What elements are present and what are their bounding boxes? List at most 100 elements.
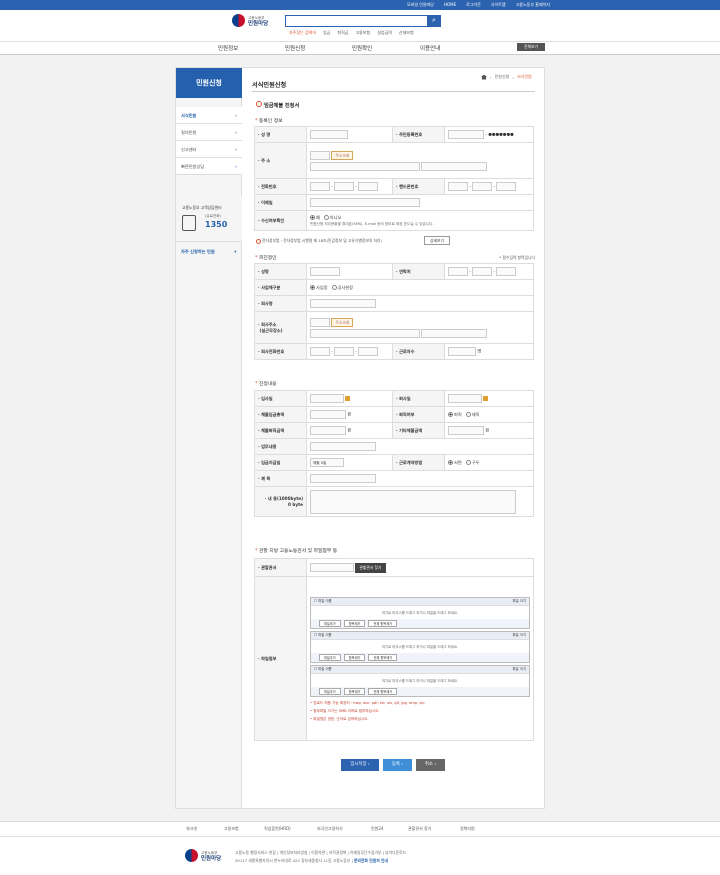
home-icon[interactable] bbox=[481, 74, 487, 80]
payday-field[interactable]: 매월 0일 bbox=[310, 458, 344, 467]
working-radio[interactable] bbox=[465, 412, 471, 417]
cancel-button[interactable]: 취소 › bbox=[416, 759, 445, 771]
company-phone-2[interactable] bbox=[334, 347, 355, 356]
site-logo[interactable]: 고용노동부 민원마당 bbox=[232, 14, 268, 27]
nav-guide[interactable]: 이용안내 bbox=[420, 44, 440, 52]
keyword-item[interactable]: 임금 bbox=[323, 30, 330, 36]
top-link-ministry[interactable]: 고용노동부 홈페이지 bbox=[516, 2, 550, 8]
remove-file-button[interactable]: 항목제거 bbox=[343, 619, 366, 627]
add-file-button[interactable]: 파일추가 bbox=[319, 619, 341, 627]
mobile-field-1[interactable] bbox=[448, 182, 468, 191]
leave-date-field[interactable] bbox=[448, 394, 482, 403]
top-link-mobile[interactable]: 모바일 민원마당 bbox=[407, 2, 434, 8]
footer-link[interactable]: 고용보험 bbox=[224, 826, 239, 832]
company-zip-field[interactable] bbox=[310, 317, 330, 327]
lnb-item-report[interactable]: 신고센터 › bbox=[176, 141, 242, 158]
calendar-icon[interactable] bbox=[483, 396, 488, 401]
footer-link[interactable]: 관할관서 찾기 bbox=[408, 826, 431, 832]
detail-button[interactable]: 상세보기 bbox=[424, 236, 450, 245]
breadcrumb-item[interactable]: 민원신청 bbox=[495, 74, 510, 80]
frequent-apply[interactable]: 자주 신청하는 민원 + bbox=[176, 244, 242, 260]
nav-check[interactable]: 민원확인 bbox=[352, 44, 372, 52]
phone-field-2[interactable] bbox=[334, 182, 355, 191]
temp-save-button[interactable]: 임시저장 › bbox=[341, 759, 379, 771]
lnb-item-quick[interactable]: 빠른민원상담 › bbox=[176, 158, 242, 175]
resp-name-field[interactable] bbox=[310, 267, 340, 276]
construction-radio[interactable] bbox=[331, 285, 337, 290]
footer-link[interactable]: 외국인고용허가 bbox=[317, 826, 343, 832]
all-menu-button[interactable]: 전체보기 bbox=[517, 43, 545, 51]
sms-no-radio[interactable] bbox=[323, 215, 329, 220]
join-date-field[interactable] bbox=[310, 394, 344, 403]
resp-contact-2[interactable] bbox=[472, 267, 493, 276]
file-drop-area[interactable]: 여기로 마우스를 드래그 하거나 파일을 드래그 하세요. bbox=[311, 604, 529, 619]
page-title: 서식민원신청 bbox=[252, 82, 287, 89]
company-phone-3[interactable] bbox=[358, 347, 379, 356]
retired-radio[interactable] bbox=[448, 412, 453, 417]
company-address-detail[interactable] bbox=[421, 328, 488, 338]
unpaid-total-field[interactable] bbox=[310, 410, 346, 419]
lnb-item-form[interactable]: 서식민원 › bbox=[176, 107, 242, 124]
file-drop-area[interactable]: 여기로 마우스를 드래그 하거나 파일을 드래그 하세요. bbox=[311, 672, 529, 687]
name-field[interactable] bbox=[310, 130, 348, 139]
zip-field[interactable] bbox=[310, 150, 330, 160]
address-detail-field[interactable] bbox=[421, 161, 488, 171]
nav-apply[interactable]: 민원신청 bbox=[285, 44, 305, 52]
address-field[interactable] bbox=[310, 161, 420, 171]
remove-file-button[interactable]: 항목제거 bbox=[343, 687, 366, 695]
calendar-icon[interactable] bbox=[345, 396, 350, 401]
footer-link[interactable]: 민원24 bbox=[371, 826, 383, 832]
search-input[interactable] bbox=[285, 15, 441, 27]
footer-link[interactable]: 워크넷 bbox=[186, 826, 197, 832]
add-file-button[interactable]: 파일추가 bbox=[319, 687, 341, 695]
body-textarea[interactable] bbox=[310, 489, 516, 514]
company-field[interactable] bbox=[310, 299, 376, 308]
footer-link[interactable]: 직업훈련(HRD) bbox=[264, 826, 291, 832]
search-button[interactable]: ⌕ bbox=[427, 15, 441, 27]
remove-all-button[interactable]: 전체 항목제거 bbox=[368, 619, 398, 627]
duty-field[interactable] bbox=[310, 442, 376, 451]
footer-contact[interactable]: 문의전화 민원처 안내 bbox=[354, 858, 388, 863]
company-address-field[interactable] bbox=[310, 328, 420, 338]
mobile-field-3[interactable] bbox=[496, 182, 517, 191]
subject-field[interactable] bbox=[310, 474, 376, 483]
find-office-button[interactable]: 관할관서 찾기 bbox=[355, 562, 386, 573]
nav-info[interactable]: 민원정보 bbox=[218, 44, 238, 52]
submit-button[interactable]: 등록 › bbox=[383, 759, 412, 771]
lnb-item-question[interactable]: 질의민원 › bbox=[176, 124, 242, 141]
footer-link[interactable]: 정책자원 bbox=[460, 826, 475, 832]
sms-yes-radio[interactable] bbox=[310, 215, 315, 220]
rrn-front-field[interactable] bbox=[448, 130, 484, 139]
top-link-logout[interactable]: 로그아웃 bbox=[466, 2, 481, 8]
mobile-field-2[interactable] bbox=[472, 182, 493, 191]
unpaid-retire-field[interactable] bbox=[310, 426, 346, 435]
biz-radio[interactable] bbox=[310, 285, 315, 290]
oral-radio[interactable] bbox=[465, 460, 471, 465]
remove-all-button[interactable]: 전체 항목제거 bbox=[368, 687, 398, 695]
phone-field-1[interactable] bbox=[310, 182, 330, 191]
remove-file-button[interactable]: 항목제거 bbox=[343, 653, 366, 661]
file-drop-area[interactable]: 여기로 마우스를 드래그 하거나 파일을 드래그 하세요. bbox=[311, 638, 529, 653]
footer-policy[interactable]: 고용노동 행정서비스 헌장 | 개인정보처리방침 | 이용약관 | 저작권정책 … bbox=[235, 849, 406, 857]
chevron-right-icon: › bbox=[235, 130, 237, 135]
company-address-search-button[interactable]: 주소조회 bbox=[331, 317, 354, 327]
keyword-item[interactable]: 고용보험 bbox=[355, 30, 370, 36]
top-link-home[interactable]: HOME bbox=[444, 2, 456, 8]
workers-field[interactable] bbox=[448, 347, 476, 356]
email-field[interactable] bbox=[310, 198, 420, 207]
add-file-button[interactable]: 파일추가 bbox=[319, 653, 341, 661]
office-field[interactable] bbox=[310, 563, 354, 572]
keyword-item[interactable]: 퇴직금 bbox=[337, 30, 348, 36]
breadcrumb-item[interactable]: 서식민원 bbox=[517, 74, 532, 80]
keyword-item[interactable]: 실업급여 bbox=[377, 30, 392, 36]
written-radio[interactable] bbox=[448, 460, 453, 465]
address-search-button[interactable]: 주소조회 bbox=[331, 150, 354, 160]
phone-field-3[interactable] bbox=[358, 182, 379, 191]
keyword-item[interactable]: 산재보험 bbox=[399, 30, 414, 36]
top-link-sitemap[interactable]: 사이트맵 bbox=[491, 2, 506, 8]
remove-all-button[interactable]: 전체 항목제거 bbox=[368, 653, 398, 661]
company-phone-1[interactable] bbox=[310, 347, 330, 356]
resp-contact-1[interactable] bbox=[448, 267, 468, 276]
resp-contact-3[interactable] bbox=[496, 267, 517, 276]
other-unpaid-field[interactable] bbox=[448, 426, 484, 435]
